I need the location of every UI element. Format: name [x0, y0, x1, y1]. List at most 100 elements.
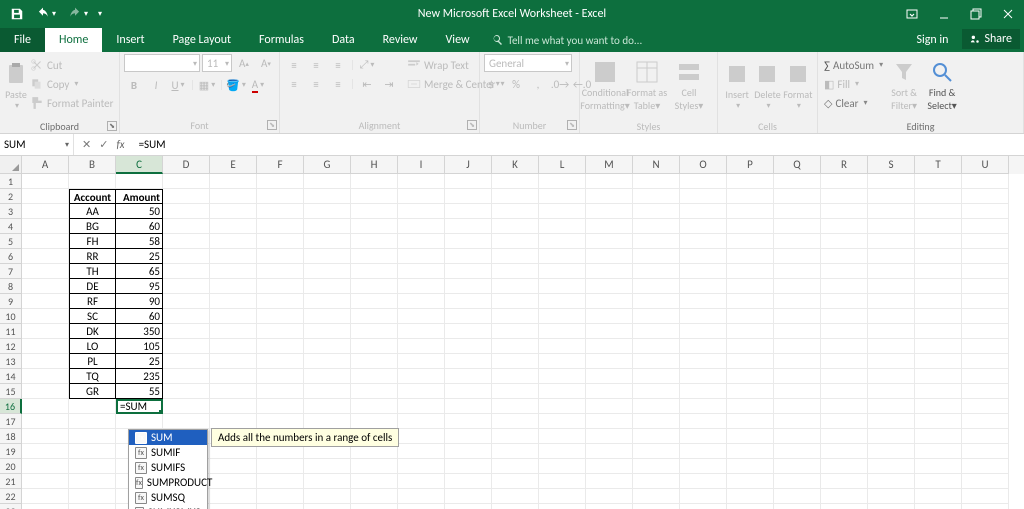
cell-T18[interactable] — [915, 429, 962, 444]
cell-R14[interactable] — [821, 369, 868, 384]
cell-R17[interactable] — [821, 414, 868, 429]
cell-J6[interactable] — [445, 249, 492, 264]
cell-H22[interactable] — [351, 489, 398, 504]
cell-M22[interactable] — [586, 489, 633, 504]
row-header-21[interactable]: 21 — [0, 474, 22, 489]
tab-formulas[interactable]: Formulas — [245, 28, 318, 52]
cell-R10[interactable] — [821, 309, 868, 324]
cell-K9[interactable] — [492, 294, 539, 309]
cell-T17[interactable] — [915, 414, 962, 429]
cell-J7[interactable] — [445, 264, 492, 279]
cell-A16[interactable] — [22, 399, 69, 414]
cell-B1[interactable] — [69, 174, 116, 189]
cell-I4[interactable] — [398, 219, 445, 234]
cell-T4[interactable] — [915, 219, 962, 234]
cell-D12[interactable] — [163, 339, 210, 354]
cell-T20[interactable] — [915, 459, 962, 474]
cell-N15[interactable] — [633, 384, 680, 399]
cell-G1[interactable] — [304, 174, 351, 189]
cell-S15[interactable] — [868, 384, 915, 399]
cell-K21[interactable] — [492, 474, 539, 489]
cell-N9[interactable] — [633, 294, 680, 309]
cell-L12[interactable] — [539, 339, 586, 354]
cell-H13[interactable] — [351, 354, 398, 369]
cell-T15[interactable] — [915, 384, 962, 399]
cell-P22[interactable] — [727, 489, 774, 504]
row-header-19[interactable]: 19 — [0, 444, 22, 459]
cell-I19[interactable] — [398, 444, 445, 459]
cell-B3[interactable]: AA — [69, 204, 116, 219]
cell-N18[interactable] — [633, 429, 680, 444]
cell-K16[interactable] — [492, 399, 539, 414]
cell-C9[interactable]: 90 — [116, 294, 163, 309]
cell-J9[interactable] — [445, 294, 492, 309]
font-family-combo[interactable]: ▾ — [124, 54, 200, 72]
autocomplete-item-sumx2my2[interactable]: fxSUMX2MY2 — [129, 505, 207, 509]
cell-O1[interactable] — [680, 174, 727, 189]
cell-P3[interactable] — [727, 204, 774, 219]
cell-K4[interactable] — [492, 219, 539, 234]
cell-R7[interactable] — [821, 264, 868, 279]
cell-K11[interactable] — [492, 324, 539, 339]
cell-R2[interactable] — [821, 189, 868, 204]
cell-G20[interactable] — [304, 459, 351, 474]
cell-B10[interactable]: SC — [69, 309, 116, 324]
cell-J18[interactable] — [445, 429, 492, 444]
cell-M4[interactable] — [586, 219, 633, 234]
cell-A7[interactable] — [22, 264, 69, 279]
cell-F23[interactable] — [257, 504, 304, 509]
cell-I12[interactable] — [398, 339, 445, 354]
cell-Q23[interactable] — [774, 504, 821, 509]
cell-B22[interactable] — [69, 489, 116, 504]
cell-H1[interactable] — [351, 174, 398, 189]
cell-N4[interactable] — [633, 219, 680, 234]
cell-M2[interactable] — [586, 189, 633, 204]
font-size-combo[interactable]: 11▾ — [202, 54, 232, 72]
cell-A1[interactable] — [22, 174, 69, 189]
cell-H5[interactable] — [351, 234, 398, 249]
cell-N5[interactable] — [633, 234, 680, 249]
cell-S18[interactable] — [868, 429, 915, 444]
cell-J15[interactable] — [445, 384, 492, 399]
cell-E13[interactable] — [210, 354, 257, 369]
cell-G23[interactable] — [304, 504, 351, 509]
cell-S14[interactable] — [868, 369, 915, 384]
cell-B2[interactable]: Account — [69, 189, 116, 204]
cell-Q22[interactable] — [774, 489, 821, 504]
cell-U4[interactable] — [962, 219, 1009, 234]
cell-E17[interactable] — [210, 414, 257, 429]
cell-A12[interactable] — [22, 339, 69, 354]
cell-G2[interactable] — [304, 189, 351, 204]
cell-S9[interactable] — [868, 294, 915, 309]
cell-K10[interactable] — [492, 309, 539, 324]
row-header-11[interactable]: 11 — [0, 324, 22, 339]
cell-C11[interactable]: 350 — [116, 324, 163, 339]
cell-H12[interactable] — [351, 339, 398, 354]
cell-U17[interactable] — [962, 414, 1009, 429]
cell-M8[interactable] — [586, 279, 633, 294]
cell-T9[interactable] — [915, 294, 962, 309]
underline-button[interactable]: U▾ — [168, 76, 188, 94]
cell-Q4[interactable] — [774, 219, 821, 234]
number-format-combo[interactable]: General▾ — [484, 54, 572, 72]
cell-K3[interactable] — [492, 204, 539, 219]
cell-S21[interactable] — [868, 474, 915, 489]
row-header-23[interactable]: 23 — [0, 504, 22, 509]
cell-U20[interactable] — [962, 459, 1009, 474]
cell-F21[interactable] — [257, 474, 304, 489]
cell-E14[interactable] — [210, 369, 257, 384]
cell-H16[interactable] — [351, 399, 398, 414]
cell-F3[interactable] — [257, 204, 304, 219]
row-header-8[interactable]: 8 — [0, 279, 22, 294]
cell-B21[interactable] — [69, 474, 116, 489]
cell-T3[interactable] — [915, 204, 962, 219]
cell-D8[interactable] — [163, 279, 210, 294]
column-header-T[interactable]: T — [915, 156, 962, 174]
cell-I21[interactable] — [398, 474, 445, 489]
cell-Q8[interactable] — [774, 279, 821, 294]
cell-A18[interactable] — [22, 429, 69, 444]
column-header-M[interactable]: M — [586, 156, 633, 174]
cell-U11[interactable] — [962, 324, 1009, 339]
cell-S13[interactable] — [868, 354, 915, 369]
cell-B12[interactable]: LO — [69, 339, 116, 354]
